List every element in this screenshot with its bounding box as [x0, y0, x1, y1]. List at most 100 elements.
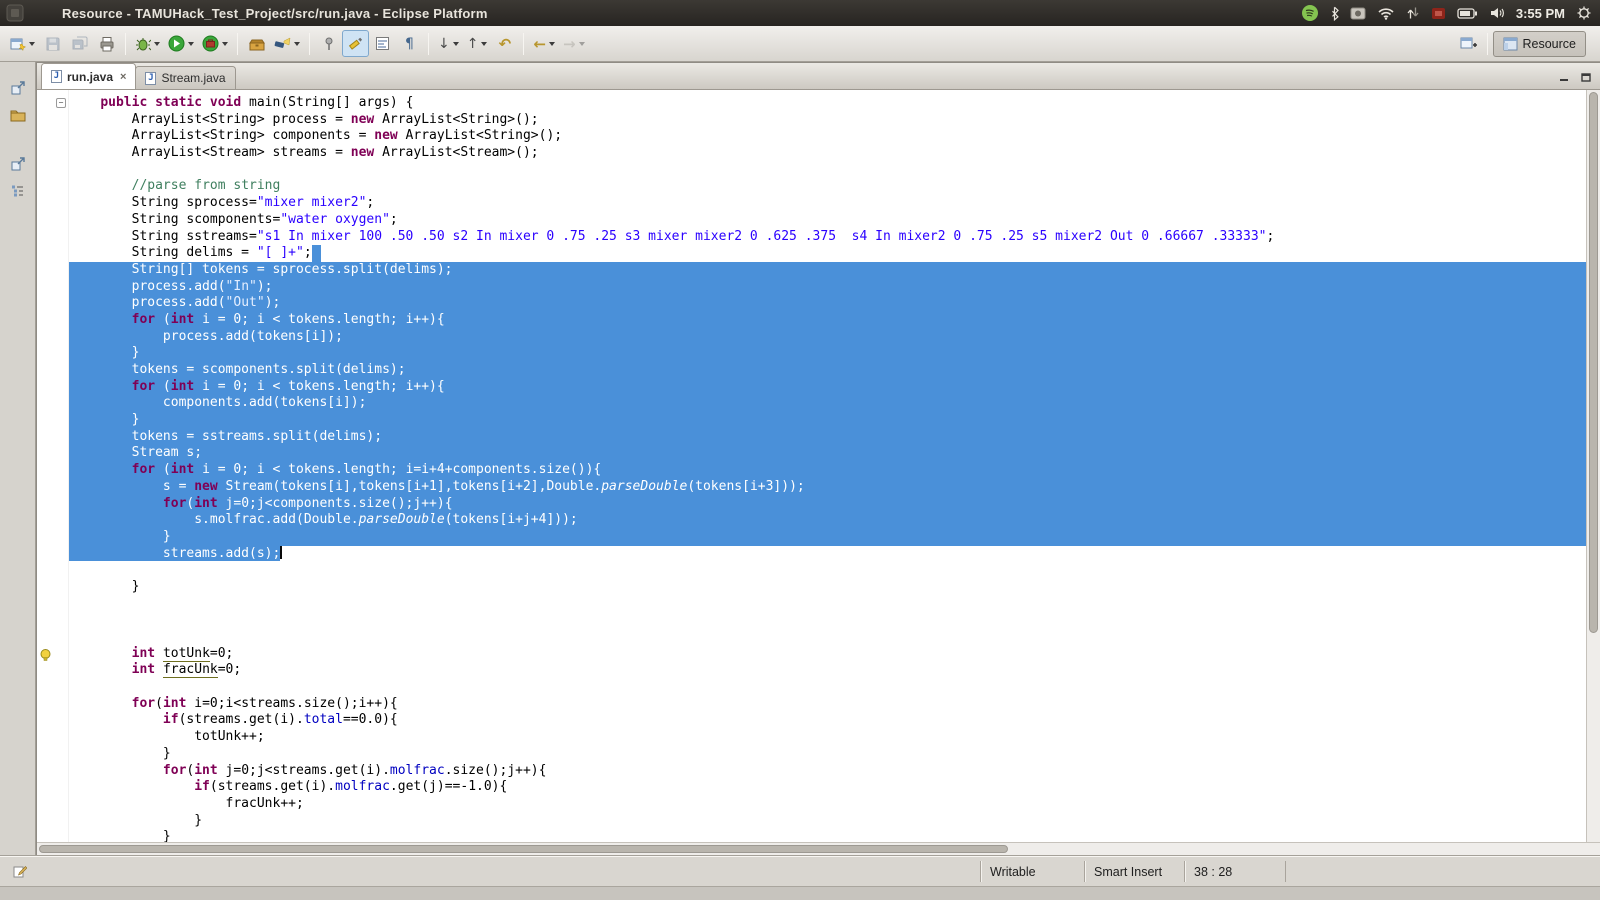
resource-perspective-button[interactable]: Resource: [1492, 30, 1586, 57]
tab-close-icon[interactable]: ×: [120, 71, 126, 82]
session-menu-icon[interactable]: [1576, 5, 1592, 21]
print-button[interactable]: [93, 30, 120, 57]
run-button[interactable]: [164, 30, 198, 57]
code-line[interactable]: for(int i=0;i<streams.size();i++){: [69, 696, 1586, 713]
save-icon: [45, 36, 61, 52]
code-line[interactable]: s.molfrac.add(Double.parseDouble(tokens[…: [69, 512, 1586, 529]
code-line[interactable]: ArrayList<String> components = new Array…: [69, 128, 1586, 145]
code-line[interactable]: }: [69, 412, 1586, 429]
code-line[interactable]: components.add(tokens[i]);: [69, 395, 1586, 413]
code-line[interactable]: }: [69, 579, 1586, 596]
code-line[interactable]: [69, 679, 1586, 696]
code-line[interactable]: for (int i = 0; i < tokens.length; i++){: [69, 311, 1586, 329]
status-insert-mode: Smart Insert: [1084, 861, 1184, 882]
toolbar-separator: [125, 32, 126, 55]
next-annotation-button[interactable]: ↓: [434, 30, 463, 57]
code-line[interactable]: for (int i = 0; i < tokens.length; i++){: [69, 378, 1586, 396]
code-line[interactable]: streams.add(s);: [69, 545, 1586, 563]
code-line[interactable]: [69, 612, 1586, 629]
maximize-editor-button[interactable]: [1578, 69, 1594, 85]
external-tools-button[interactable]: [198, 30, 232, 57]
tab-run-java[interactable]: J run.java ×: [41, 63, 137, 89]
code-line[interactable]: String sstreams="s1 In mixer 100 .50 .50…: [69, 229, 1586, 246]
debug-button[interactable]: [131, 30, 164, 57]
code-line[interactable]: ArrayList<Stream> streams = new ArrayLis…: [69, 145, 1586, 162]
code-area[interactable]: public static void main(String[] args) {…: [69, 90, 1586, 842]
window-app-icon[interactable]: [6, 4, 24, 22]
code-line[interactable]: for (int i = 0; i < tokens.length; i=i+4…: [69, 462, 1586, 479]
code-line[interactable]: int totUnk=0;: [69, 645, 1586, 663]
horizontal-scrollbar-thumb[interactable]: [39, 845, 1009, 853]
vertical-scrollbar-thumb[interactable]: [1589, 92, 1598, 634]
wifi-icon[interactable]: [1377, 6, 1395, 20]
network-traffic-icon[interactable]: [1406, 6, 1420, 20]
fold-collapse-icon[interactable]: −: [56, 98, 66, 108]
bluetooth-icon[interactable]: [1330, 6, 1339, 21]
forward-button[interactable]: →: [559, 30, 589, 57]
highlighter-icon: [348, 36, 363, 51]
show-whitespace-toggle[interactable]: ¶: [396, 30, 423, 57]
code-line[interactable]: }: [69, 528, 1586, 546]
show-selected-element-toggle[interactable]: [369, 30, 396, 57]
code-line[interactable]: ArrayList<String> process = new ArrayLis…: [69, 112, 1586, 129]
code-line[interactable]: [69, 162, 1586, 179]
previous-annotation-button[interactable]: ↑: [463, 30, 492, 57]
code-line[interactable]: if(streams.get(i).total==0.0){: [69, 712, 1586, 729]
code-line[interactable]: [69, 596, 1586, 613]
tab-stream-java[interactable]: J Stream.java: [135, 66, 236, 89]
code-line[interactable]: s = new Stream(tokens[i],tokens[i+1],tok…: [69, 478, 1586, 496]
code-line[interactable]: public static void main(String[] args) {: [69, 95, 1586, 112]
annotation-ruler[interactable]: [37, 90, 54, 842]
code-line[interactable]: [69, 562, 1586, 579]
outline-view-button[interactable]: [5, 179, 31, 203]
pin-editor-button[interactable]: [315, 30, 342, 57]
last-edit-location-button[interactable]: ↶: [491, 30, 518, 57]
code-line[interactable]: //parse from string: [69, 178, 1586, 195]
spotify-icon[interactable]: [1301, 4, 1319, 22]
code-line[interactable]: }: [69, 813, 1586, 830]
code-line[interactable]: for(int j=0;j<streams.get(i).molfrac.siz…: [69, 763, 1586, 780]
code-line[interactable]: fracUnk++;: [69, 796, 1586, 813]
back-button[interactable]: ←: [529, 30, 559, 57]
code-line[interactable]: tokens = scomponents.split(delims);: [69, 362, 1586, 379]
code-line[interactable]: totUnk++;: [69, 729, 1586, 746]
code-line[interactable]: [69, 629, 1586, 646]
code-line[interactable]: process.add("Out");: [69, 295, 1586, 312]
volume-icon[interactable]: [1489, 6, 1505, 20]
mark-occurrences-toggle[interactable]: [342, 30, 369, 57]
clock[interactable]: 3:55 PM: [1516, 6, 1565, 21]
vertical-scrollbar[interactable]: [1586, 90, 1600, 842]
code-line[interactable]: String[] tokens = sprocess.split(delims)…: [69, 261, 1586, 279]
code-line[interactable]: int fracUnk=0;: [69, 662, 1586, 679]
code-line[interactable]: String scomponents="water oxygen";: [69, 212, 1586, 229]
search-button[interactable]: [270, 30, 304, 57]
folding-ruler[interactable]: −: [54, 90, 69, 842]
horizontal-scrollbar[interactable]: [37, 842, 1600, 855]
battery-icon[interactable]: [1457, 7, 1478, 19]
new-wizard-button[interactable]: [6, 30, 39, 57]
code-line[interactable]: String delims = "[ ]+";: [69, 245, 1586, 262]
code-line[interactable]: if(streams.get(i).molfrac.get(j)==-1.0){: [69, 779, 1586, 796]
minimize-editor-button[interactable]: [1556, 69, 1572, 85]
code-line[interactable]: }: [69, 829, 1586, 842]
save-button[interactable]: [39, 30, 66, 57]
code-line[interactable]: }: [69, 345, 1586, 362]
recorder-icon[interactable]: [1431, 7, 1446, 20]
project-explorer-button[interactable]: [5, 103, 31, 127]
code-line[interactable]: for(int j=0;j<components.size();j++){: [69, 495, 1586, 513]
code-line[interactable]: }: [69, 746, 1586, 763]
camera-tray-icon[interactable]: [1350, 7, 1366, 20]
code-line[interactable]: tokens = sstreams.split(delims);: [69, 428, 1586, 446]
save-all-button[interactable]: [66, 30, 93, 57]
code-line[interactable]: String sprocess="mixer mixer2";: [69, 195, 1586, 212]
status-trim-icon[interactable]: [12, 864, 27, 879]
status-bar: Writable Smart Insert 38 : 28: [0, 856, 1600, 886]
code-line[interactable]: Stream s;: [69, 445, 1586, 463]
toolbox-button[interactable]: [243, 30, 270, 57]
open-perspective-button[interactable]: [1455, 30, 1482, 57]
restore-view-button[interactable]: [5, 76, 31, 100]
restore-view-button[interactable]: [5, 152, 31, 176]
warning-marker-icon[interactable]: [39, 648, 52, 661]
code-line[interactable]: process.add(tokens[i]);: [69, 328, 1586, 346]
code-line[interactable]: process.add("In");: [69, 278, 1586, 296]
